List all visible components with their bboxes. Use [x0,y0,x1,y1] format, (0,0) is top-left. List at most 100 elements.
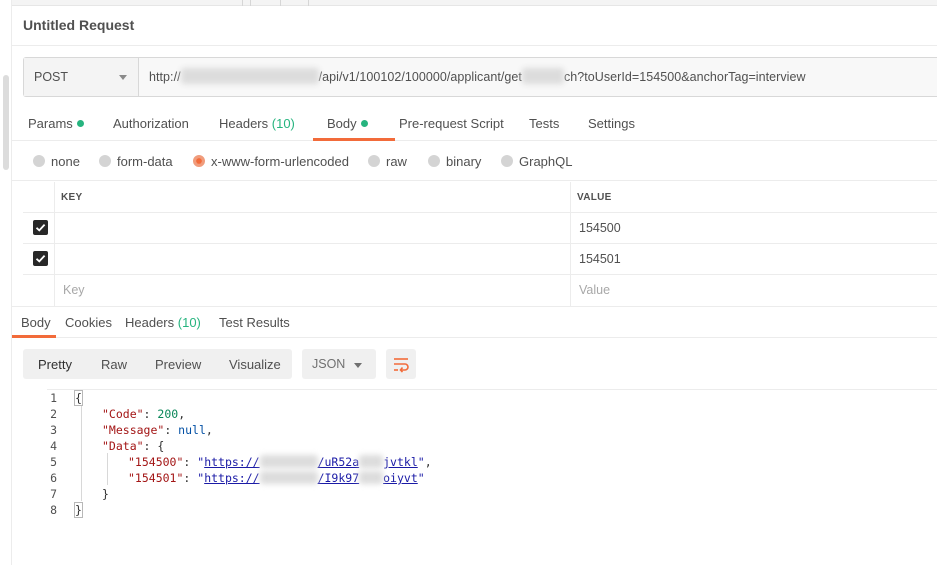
view-preview-button[interactable]: Preview [155,357,201,372]
body-type-selector: none form-data x-www-form-urlencoded raw… [12,141,937,181]
wrap-lines-button[interactable] [386,349,416,379]
radio-circle [428,155,440,167]
link-part: https:// [204,455,260,469]
active-tab-indicator [12,335,56,338]
divider [12,45,937,46]
view-raw-button[interactable]: Raw [101,357,127,372]
tab-headers[interactable]: Headers (10) [219,116,295,131]
tab-body[interactable]: Body [327,116,368,131]
response-link[interactable]: https:// /uR52a jvtkl [204,454,418,469]
tab-settings-label: Settings [588,116,635,131]
kv-key-cell[interactable] [54,213,570,244]
link-part: jvtkl [383,455,418,469]
radio-graphql-label: GraphQL [519,154,573,169]
row-checkbox[interactable] [33,220,48,235]
radio-raw[interactable]: raw [368,154,407,169]
resp-tab-headers[interactable]: Headers (10) [125,315,201,330]
response-code-viewer[interactable]: 1 2 3 4 5 6 7 8 { "Code": 200, "Message"… [23,389,937,565]
resp-tab-cookies[interactable]: Cookies [65,315,112,330]
radio-form-data[interactable]: form-data [99,154,173,169]
redacted-link [359,454,384,468]
url-bar: POST http:// /api/v1/100102/100000/applic… [23,57,937,97]
chevron-down-icon [354,363,362,368]
kv-value-header-label: VALUE [577,192,612,203]
radio-x-www-form-urlencoded[interactable]: x-www-form-urlencoded [193,154,349,169]
kv-key-cell[interactable] [54,244,570,275]
format-select[interactable]: JSON [302,349,376,379]
tab-divider [308,0,309,6]
kv-value-cell[interactable]: 154500 [570,213,937,244]
radio-form-data-label: form-data [117,154,173,169]
brace: } [102,487,109,501]
format-label: JSON [312,357,346,371]
json-key: "Data" [102,439,144,453]
view-visualize-button[interactable]: Visualize [229,357,281,372]
resp-tab-body[interactable]: Body [21,315,51,330]
kv-value-new-cell[interactable]: Value [570,275,937,306]
kv-value-placeholder: Value [579,283,611,297]
line-number: 8 [50,503,57,517]
line-number: 7 [50,487,57,501]
tab-params-label: Params [28,116,73,131]
radio-graphql[interactable]: GraphQL [501,154,572,169]
radio-circle [99,155,111,167]
link-part: https:// [204,471,260,485]
kv-check-col [23,213,54,244]
tab-authorization[interactable]: Authorization [113,116,189,131]
redacted-link [259,454,318,468]
url-input[interactable]: http:// /api/v1/100102/100000/applicant/g… [149,68,806,85]
scrollbar-thumb[interactable] [3,75,9,170]
radio-raw-label: raw [386,154,407,169]
kv-check-col [23,244,54,275]
tab-tests-label: Tests [529,116,560,131]
radio-circle-selected [193,155,205,167]
method-select[interactable]: POST [24,58,139,96]
row-checkbox[interactable] [33,251,48,266]
code-line: "Message": null, [102,423,213,437]
kv-key-header: KEY [54,182,570,213]
left-gutter [0,0,12,565]
resp-tab-body-label: Body [21,315,51,330]
request-tabs: Params Authorization Headers (10) Body P… [12,107,937,141]
resp-tab-test-results[interactable]: Test Results [219,315,290,330]
url-query: ch?toUserId=154500&anchorTag=interview [563,70,806,84]
kv-value-value: 154500 [579,221,621,235]
kv-check-col [23,275,54,306]
table-row-new: Key Value [23,275,937,306]
kv-key-header-label: KEY [61,192,83,203]
radio-circle [33,155,45,167]
kv-key-new-cell[interactable]: Key [54,275,570,306]
redacted-host [180,68,319,85]
kv-value-cell[interactable]: 154501 [570,244,937,275]
tab-authorization-label: Authorization [113,116,189,131]
table-row: 154501 [23,244,937,275]
indent-guide [81,405,82,501]
tab-body-label: Body [327,116,357,131]
tab-params[interactable]: Params [28,116,84,131]
response-link[interactable]: https:// /I9k97 oiyvt [204,470,418,485]
tab-settings[interactable]: Settings [588,116,635,131]
radio-none[interactable]: none [33,154,80,169]
postman-request-view: Untitled Request POST http:// /api/v1/100… [0,0,937,565]
resp-tab-cookies-label: Cookies [65,315,112,330]
radio-none-label: none [51,154,80,169]
indent-guide [107,453,108,485]
kv-table: KEY VALUE 154500 154501 Key Value [23,182,937,306]
tab-tests[interactable]: Tests [529,116,559,131]
line-number: 5 [50,455,57,469]
tab-pre-request-script[interactable]: Pre-request Script [399,116,504,131]
check-icon [35,254,46,263]
view-pretty-button[interactable]: Pretty [38,357,72,372]
line-number: 2 [50,407,57,421]
code-line: } [74,502,83,518]
status-dot [76,120,84,127]
kv-check-col [23,182,54,213]
tab-divider [280,0,281,6]
brace: } [74,502,83,518]
redacted-link [259,470,318,484]
tab-divider [242,0,243,6]
kv-key-placeholder: Key [63,283,85,297]
request-title[interactable]: Untitled Request [23,17,134,33]
radio-binary[interactable]: binary [428,154,481,169]
redacted-link [359,470,384,484]
